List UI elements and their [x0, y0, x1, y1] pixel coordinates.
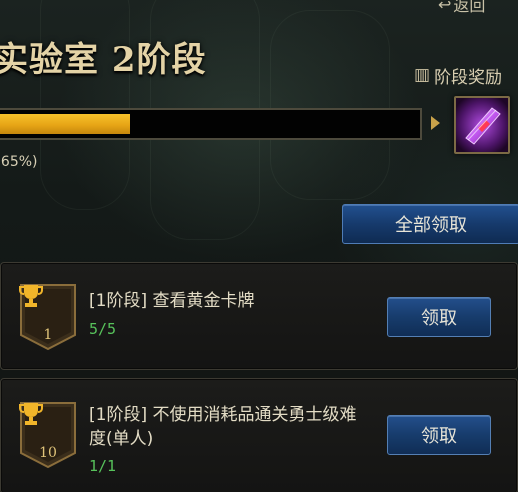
claim-button[interactable]: 领取: [387, 415, 491, 455]
quest-progress: 5/5: [89, 320, 117, 338]
quest-title: [1阶段] 查看黄金卡牌: [89, 291, 255, 311]
quest-item: 1 [1阶段] 查看黄金卡牌 5/5 领取: [0, 262, 518, 370]
trophy-icon: [19, 403, 43, 425]
quest-title: [1阶段] 不使用消耗品通关勇士级难度(单人): [89, 405, 357, 449]
page-title: 实验室 2阶段: [0, 40, 207, 80]
quest-progress: 1/1: [89, 457, 117, 475]
progress-arrow-icon: [431, 116, 440, 130]
quest-badge-number: 10: [39, 445, 57, 461]
stage-reward-text: 阶段奖励: [434, 67, 503, 88]
quest-badge-number: 1: [43, 327, 53, 343]
return-label: 返回: [453, 0, 486, 15]
stage-reward-item[interactable]: [454, 96, 510, 154]
claim-button[interactable]: 领取: [387, 297, 491, 337]
gift-icon: ▥: [414, 65, 431, 85]
return-arrow-icon: ↩: [438, 0, 452, 14]
stage-reward-label: ▥ 阶段奖励: [414, 64, 503, 88]
background-arch: [270, 10, 390, 200]
claim-all-button[interactable]: 全部领取: [342, 204, 518, 244]
return-button[interactable]: ↩ 返回: [438, 0, 486, 15]
quest-badge: 10: [19, 401, 77, 469]
stage-progress-bar: [0, 108, 422, 140]
trophy-icon: [19, 285, 43, 307]
purple-crystal-item-icon: [456, 98, 508, 152]
stage-progress-text: )(65%): [0, 154, 38, 170]
quest-item: 10 [1阶段] 不使用消耗品通关勇士级难度(单人) 1/1 领取: [0, 378, 518, 492]
quest-badge: 1: [19, 283, 77, 351]
stage-progress-fill: [0, 114, 130, 134]
